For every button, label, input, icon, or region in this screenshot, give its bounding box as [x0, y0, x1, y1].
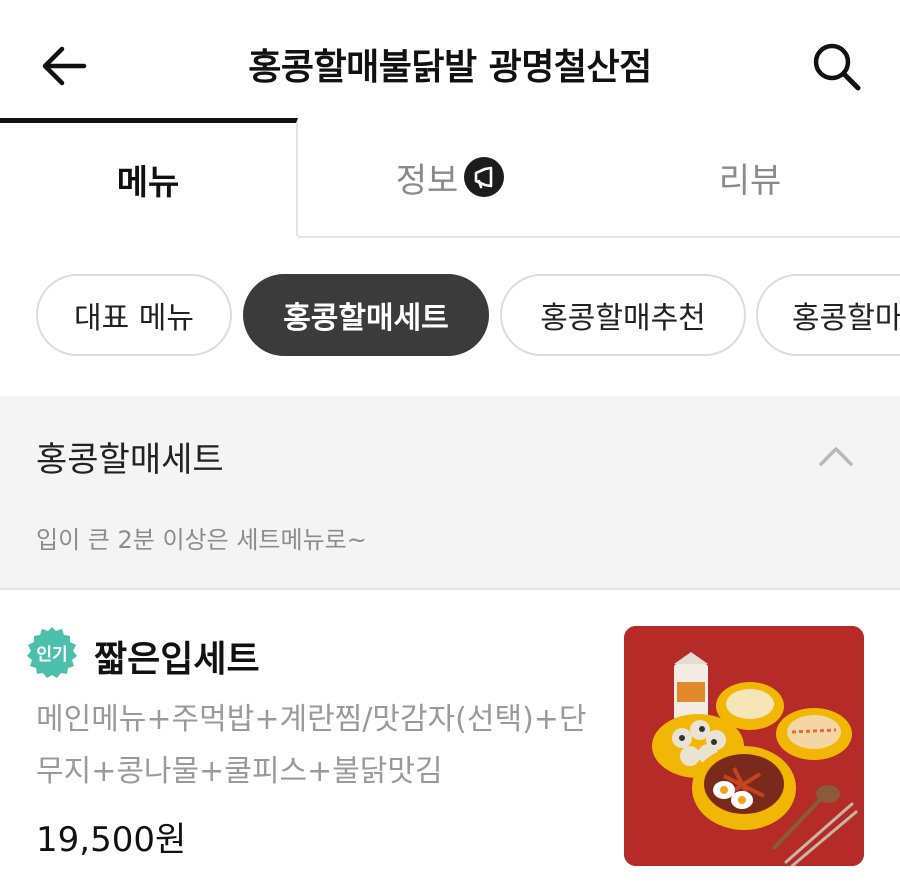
chip-hongkong-set[interactable]: 홍콩할매세트 [243, 274, 489, 356]
popular-badge-shape: 인기 [27, 627, 77, 678]
search-icon[interactable] [808, 38, 864, 94]
section-subtitle: 입이 큰 2분 이상은 세트메뉴로~ [36, 526, 367, 554]
tab-review-label: 리뷰 [718, 160, 782, 201]
popular-badge-label: 인기 [36, 645, 67, 665]
tab-review[interactable]: 리뷰 [600, 118, 900, 236]
tab-divider [298, 236, 900, 238]
tab-info[interactable]: 정보 [300, 118, 600, 236]
tab-menu[interactable]: 메뉴 [0, 118, 298, 236]
menu-section-header[interactable]: 홍콩할매세트 입이 큰 2분 이상은 세트메뉴로~ [0, 396, 900, 590]
chip-hongkong-more[interactable]: 홍콩할마 [756, 274, 900, 356]
section-title: 홍콩할매세트 [36, 440, 224, 480]
item-photo[interactable] [624, 626, 864, 866]
item-name: 짧은입세트 [94, 639, 260, 680]
item-price: 19,500원 [36, 820, 187, 860]
food-illustration [624, 626, 864, 866]
tab-menu-label: 메뉴 [116, 163, 180, 203]
category-chips: 대표 메뉴 홍콩할매세트 홍콩할매추천 홍콩할마 [0, 270, 900, 362]
popular-badge: 인기 [24, 625, 80, 681]
item-description: 메인메뉴+주먹밥+계란찜/맛감자(선택)+단무지+콩나물+쿨피스+불닭맛김 [36, 702, 587, 789]
menu-item[interactable]: 인기 짧은입세트 메인메뉴+주먹밥+계란찜/맛감자(선택)+단무지+콩나물+쿨피… [0, 590, 900, 894]
chip-hongkong-recommend[interactable]: 홍콩할매추천 [500, 274, 746, 356]
chip-featured-menu[interactable]: 대표 메뉴 [36, 274, 232, 356]
app-header: 홍콩할매불닭발 광명철산점 [0, 0, 900, 118]
tab-bar: 메뉴 정보 리뷰 [0, 118, 900, 238]
chevron-up-icon[interactable] [818, 444, 854, 468]
tab-info-label: 정보 [395, 160, 459, 201]
store-title: 홍콩할매불닭발 광명철산점 [248, 47, 652, 88]
megaphone-icon [464, 157, 505, 197]
